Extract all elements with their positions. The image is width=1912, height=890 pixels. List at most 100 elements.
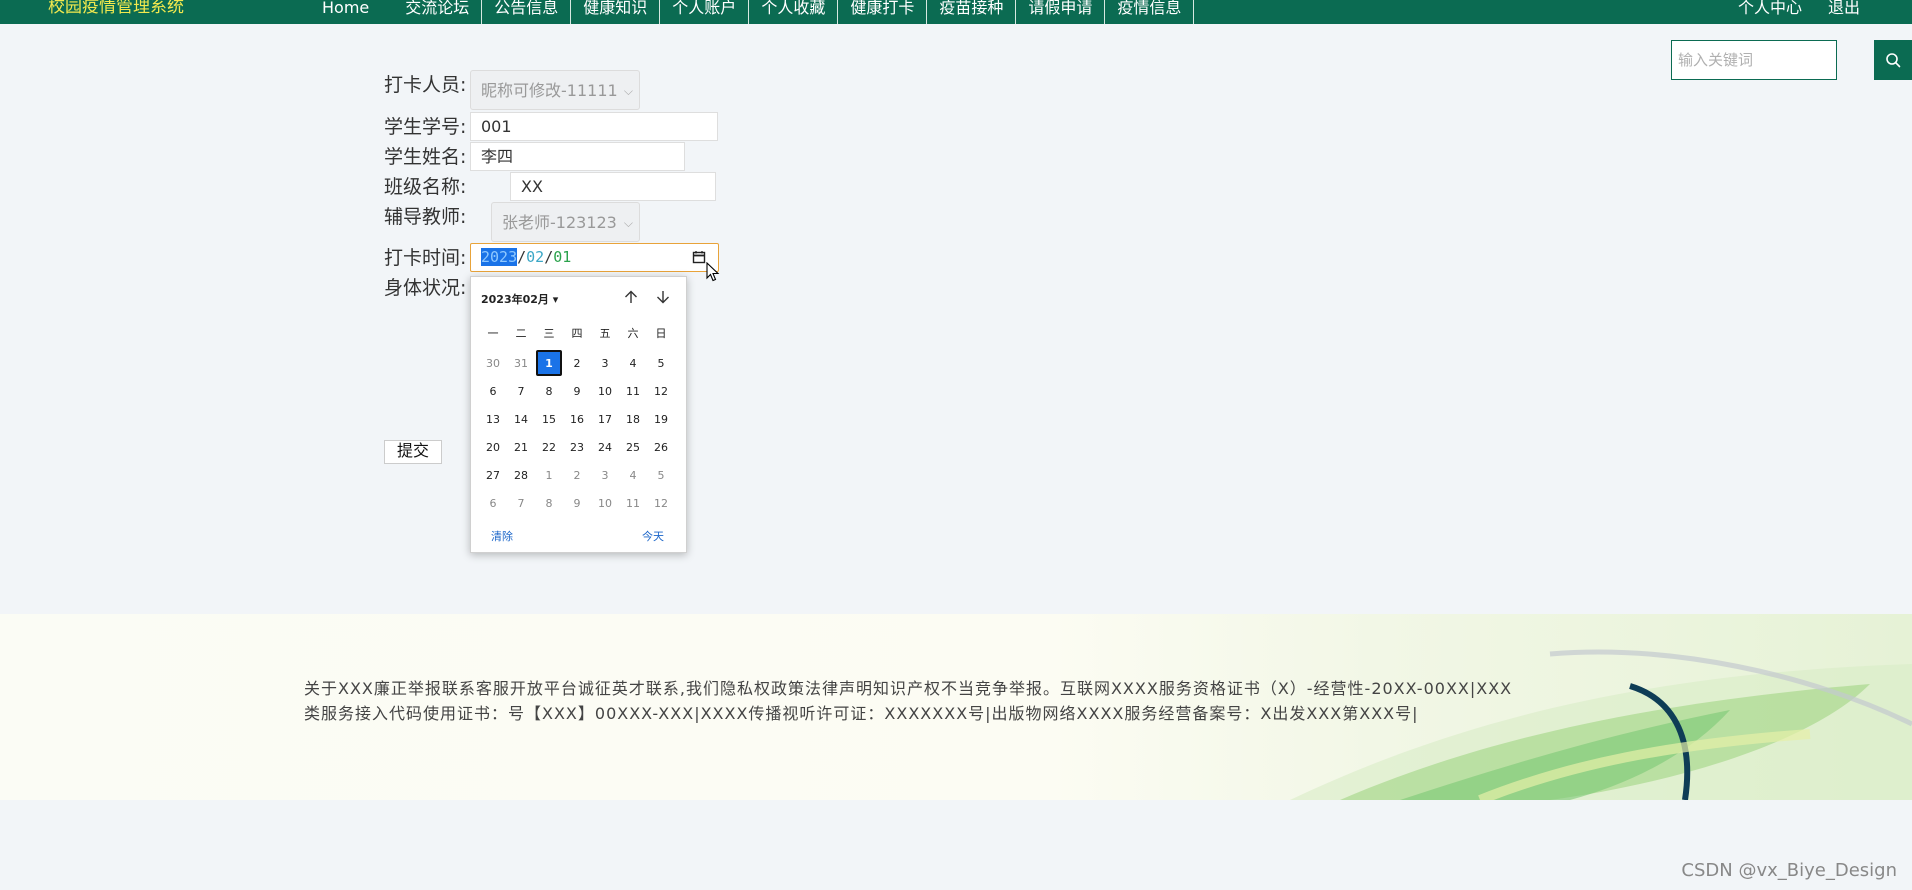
calendar-day[interactable]: 31 bbox=[507, 349, 535, 377]
calendar-clear-button[interactable]: 清除 bbox=[491, 528, 513, 544]
calendar-day[interactable]: 7 bbox=[507, 377, 535, 405]
calendar-day[interactable]: 14 bbox=[507, 405, 535, 433]
footer-legal-text: 关于XXX廉正举报联系客服开放平台诚征英才联系,我们隐私权政策法律声明知识产权不… bbox=[304, 679, 1513, 723]
submit-button[interactable]: 提交 bbox=[384, 440, 442, 464]
calendar-day[interactable]: 20 bbox=[479, 433, 507, 461]
search-input[interactable] bbox=[1671, 40, 1837, 80]
calendar-month-selector[interactable]: 2023年02月 ▾ bbox=[481, 291, 558, 307]
arrow-up-icon bbox=[625, 290, 637, 303]
calendar-today-button[interactable]: 今天 bbox=[642, 528, 664, 544]
weekday-label: 三 bbox=[543, 327, 555, 340]
next-month-button[interactable] bbox=[653, 287, 673, 307]
calendar-day[interactable]: 2 bbox=[563, 349, 591, 377]
calendar-day[interactable]: 3 bbox=[591, 461, 619, 489]
calendar-day[interactable]: 22 bbox=[535, 433, 563, 461]
date-year-segment[interactable]: 2023 bbox=[481, 248, 518, 266]
calendar-day[interactable]: 11 bbox=[619, 377, 647, 405]
top-navbar: 校园疫情管理系统 Home 交流论坛 公告信息 健康知识 个人账户 个人收藏 健… bbox=[0, 0, 1912, 24]
caret-down-icon: ▾ bbox=[552, 293, 559, 306]
calendar-day[interactable]: 6 bbox=[479, 489, 507, 517]
calendar-day[interactable]: 15 bbox=[535, 405, 563, 433]
nav-user-links: 个人中心 退出 bbox=[1738, 0, 1860, 16]
calendar-day[interactable]: 28 bbox=[507, 461, 535, 489]
calendar-day[interactable]: 10 bbox=[591, 489, 619, 517]
weekday-label: 一 bbox=[487, 327, 499, 340]
calendar-weekday-header: 一 二 三 四 五 六 日 bbox=[479, 325, 679, 341]
checkin-date-input[interactable]: 2023/02/01 bbox=[470, 243, 719, 272]
calendar-day[interactable]: 8 bbox=[535, 377, 563, 405]
calendar-day[interactable]: 25 bbox=[619, 433, 647, 461]
checkin-person-select[interactable]: 昵称可修改-11111 ⌵ bbox=[470, 70, 640, 110]
calendar-day[interactable]: 17 bbox=[591, 405, 619, 433]
weekday-label: 四 bbox=[571, 327, 583, 340]
nav-item-account[interactable]: 个人账户 bbox=[660, 0, 750, 24]
nav-item-health-checkin[interactable]: 健康打卡 bbox=[838, 0, 928, 24]
calendar-day[interactable]: 10 bbox=[591, 377, 619, 405]
calendar-day[interactable]: 2 bbox=[563, 461, 591, 489]
chevron-down-icon: ⌵ bbox=[623, 216, 633, 230]
label-student-no: 学生学号: bbox=[384, 116, 467, 138]
calendar-day[interactable]: 4 bbox=[619, 349, 647, 377]
calendar-day[interactable]: 16 bbox=[563, 405, 591, 433]
calendar-day[interactable]: 23 bbox=[563, 433, 591, 461]
calendar-day[interactable]: 19 bbox=[647, 405, 675, 433]
label-health-status: 身体状况: bbox=[384, 277, 467, 299]
calendar-day[interactable]: 30 bbox=[479, 349, 507, 377]
teacher-value: 张老师-123123 bbox=[502, 213, 617, 232]
nav-item-vaccination[interactable]: 疫苗接种 bbox=[927, 0, 1017, 24]
label-class-name: 班级名称: bbox=[384, 176, 467, 198]
nav-item-health-knowledge[interactable]: 健康知识 bbox=[571, 0, 661, 24]
weekday-label: 日 bbox=[655, 327, 667, 340]
calendar-day[interactable]: 24 bbox=[591, 433, 619, 461]
weekday-label: 六 bbox=[627, 327, 639, 340]
nav-item-favorites[interactable]: 个人收藏 bbox=[749, 0, 839, 24]
calendar-day[interactable]: 27 bbox=[479, 461, 507, 489]
calendar-day[interactable]: 5 bbox=[647, 349, 675, 377]
watermark: CSDN @vx_Biye_Design bbox=[1681, 860, 1897, 881]
nav-item-logout[interactable]: 退出 bbox=[1828, 0, 1860, 16]
calendar-icon bbox=[692, 251, 706, 264]
weekday-label: 二 bbox=[515, 327, 527, 340]
calendar-day[interactable]: 9 bbox=[563, 377, 591, 405]
nav-item-forum[interactable]: 交流论坛 bbox=[393, 0, 483, 24]
calendar-day[interactable]: 4 bbox=[619, 461, 647, 489]
nav-menu: Home 交流论坛 公告信息 健康知识 个人账户 个人收藏 健康打卡 疫苗接种 … bbox=[300, 0, 1195, 24]
search-icon bbox=[1886, 53, 1901, 68]
calendar-day[interactable]: 11 bbox=[619, 489, 647, 517]
calendar-day[interactable]: 1 bbox=[535, 461, 563, 489]
label-student-name: 学生姓名: bbox=[384, 146, 467, 168]
chevron-down-icon: ⌵ bbox=[623, 84, 633, 98]
site-title[interactable]: 校园疫情管理系统 bbox=[48, 0, 184, 18]
calendar-day[interactable]: 7 bbox=[507, 489, 535, 517]
search-button[interactable] bbox=[1874, 40, 1912, 80]
calendar-day[interactable]: 13 bbox=[479, 405, 507, 433]
nav-item-home[interactable]: Home bbox=[300, 0, 393, 24]
date-month-segment[interactable]: 02 bbox=[526, 248, 544, 266]
calendar-day[interactable]: 21 bbox=[507, 433, 535, 461]
nav-item-profile[interactable]: 个人中心 bbox=[1738, 0, 1802, 16]
calendar-days-grid: 30 31 1 2 3 4 5 6 7 8 9 10 11 12 13 14 15 16 17 18 19 20 21 22 2… bbox=[479, 349, 679, 517]
class-name-input[interactable]: XX bbox=[510, 172, 716, 201]
teacher-select[interactable]: 张老师-123123 ⌵ bbox=[491, 202, 640, 242]
mouse-cursor-icon bbox=[706, 262, 720, 282]
calendar-day[interactable]: 8 bbox=[535, 489, 563, 517]
calendar-day[interactable]: 3 bbox=[591, 349, 619, 377]
nav-item-epidemic-info[interactable]: 疫情信息 bbox=[1105, 0, 1195, 24]
calendar-month-label: 2023年02月 bbox=[481, 293, 549, 306]
nav-item-announcements[interactable]: 公告信息 bbox=[482, 0, 572, 24]
calendar-day[interactable]: 9 bbox=[563, 489, 591, 517]
student-name-input[interactable]: 李四 bbox=[470, 142, 685, 171]
calendar-day[interactable]: 12 bbox=[647, 489, 675, 517]
calendar-day[interactable]: 26 bbox=[647, 433, 675, 461]
student-no-input[interactable]: 001 bbox=[470, 112, 718, 141]
arrow-down-icon bbox=[657, 291, 669, 304]
nav-item-leave-request[interactable]: 请假申请 bbox=[1016, 0, 1106, 24]
calendar-day[interactable]: 5 bbox=[647, 461, 675, 489]
date-day-segment[interactable]: 01 bbox=[553, 248, 571, 266]
calendar-day[interactable]: 12 bbox=[647, 377, 675, 405]
calendar-day-selected[interactable]: 1 bbox=[536, 350, 562, 376]
date-picker-popup: 2023年02月 ▾ 一 二 三 四 五 六 日 30 31 1 2 3 4 5 6 7 8 9 10… bbox=[470, 276, 687, 553]
calendar-day[interactable]: 18 bbox=[619, 405, 647, 433]
prev-month-button[interactable] bbox=[621, 287, 641, 307]
calendar-day[interactable]: 6 bbox=[479, 377, 507, 405]
